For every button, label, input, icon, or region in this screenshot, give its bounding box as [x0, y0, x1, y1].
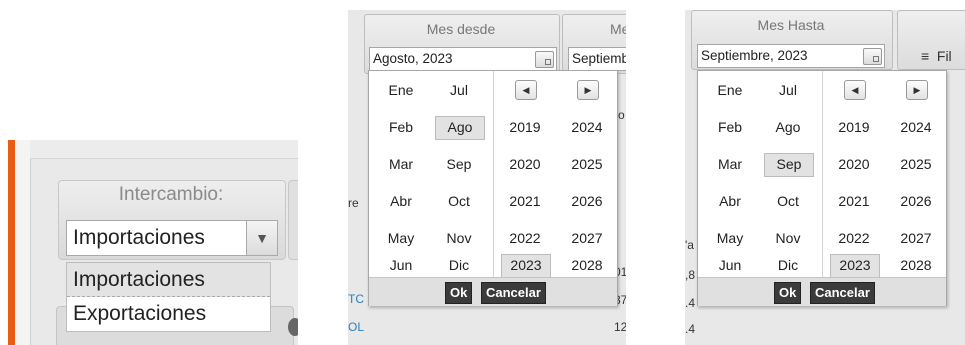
background-text: ,8: [685, 268, 696, 282]
month-feb[interactable]: Feb: [706, 116, 754, 138]
filter-label: Fil: [936, 48, 952, 64]
year-2027[interactable]: 2027: [892, 227, 940, 249]
month-ene[interactable]: Ene: [377, 79, 425, 101]
next-input-value: Septiembr: [572, 51, 626, 66]
picker-footer: Ok Cancelar: [369, 277, 617, 306]
year-2025[interactable]: 2025: [892, 153, 940, 175]
month-dic[interactable]: Dic: [764, 254, 812, 276]
next-input[interactable]: Septiembr: [568, 47, 626, 71]
mes-hasta-panel: Mes Hasta Septiembre, 2023 ≡ Fil 'a ,8 .…: [685, 0, 965, 345]
year-2024[interactable]: 2024: [892, 116, 940, 138]
year-2019[interactable]: 2019: [501, 116, 549, 138]
picker-divider: [493, 71, 494, 277]
month-dic[interactable]: Dic: [435, 254, 483, 276]
chevron-down-icon[interactable]: ▼: [246, 221, 277, 255]
mes-desde-label: Mes desde: [426, 21, 496, 37]
year-2026[interactable]: 2026: [563, 190, 611, 212]
calendar-icon[interactable]: [535, 51, 554, 68]
month-ago-selected[interactable]: Ago: [435, 116, 485, 140]
caret-right-icon[interactable]: ▶: [577, 80, 599, 100]
month-abr[interactable]: Abr: [706, 190, 754, 212]
cancel-button[interactable]: Cancelar: [810, 282, 875, 304]
background-text: o: [618, 108, 625, 122]
year-2024[interactable]: 2024: [563, 116, 611, 138]
month-jul[interactable]: Jul: [764, 79, 812, 101]
year-2028[interactable]: 2028: [892, 254, 940, 276]
year-2023-selected[interactable]: 2023: [501, 254, 551, 278]
picker-footer: Ok Cancelar: [698, 277, 946, 306]
month-sep-selected[interactable]: Sep: [764, 153, 814, 177]
month-may[interactable]: May: [377, 227, 425, 249]
month-mar[interactable]: Mar: [706, 153, 754, 175]
year-2022[interactable]: 2022: [830, 227, 878, 249]
filter-button[interactable]: ≡ Fil: [921, 48, 952, 64]
mes-hasta-input[interactable]: Septiembre, 2023: [697, 44, 885, 68]
caret-right-icon[interactable]: ▶: [906, 80, 928, 100]
background-link: TC: [348, 292, 364, 306]
month-picker: Ene Feb Mar Abr May Jun Jul Ago Sep Oct …: [368, 70, 618, 306]
option-importaciones[interactable]: Importaciones: [67, 263, 270, 297]
month-sep[interactable]: Sep: [435, 153, 483, 175]
month-nov[interactable]: Nov: [435, 227, 483, 249]
next-header-label: Me: [610, 21, 626, 37]
month-feb[interactable]: Feb: [377, 116, 425, 138]
month-jun[interactable]: Jun: [706, 254, 754, 276]
month-oct[interactable]: Oct: [764, 190, 812, 212]
month-may[interactable]: May: [706, 227, 754, 249]
year-2026[interactable]: 2026: [892, 190, 940, 212]
mes-desde-input[interactable]: Agosto, 2023: [369, 47, 557, 71]
mes-hasta-label: Mes Hasta: [757, 17, 825, 33]
cancel-button[interactable]: Cancelar: [481, 282, 546, 304]
year-2021[interactable]: 2021: [501, 190, 549, 212]
intercambio-select[interactable]: Importaciones ▼: [66, 220, 278, 256]
picker-divider: [822, 71, 823, 277]
ok-button[interactable]: Ok: [445, 282, 473, 304]
month-ene[interactable]: Ene: [706, 79, 754, 101]
year-2020[interactable]: 2020: [830, 153, 878, 175]
ok-button[interactable]: Ok: [774, 282, 802, 304]
month-nov[interactable]: Nov: [764, 227, 812, 249]
mes-hasta-value: Septiembre, 2023: [701, 48, 808, 63]
month-mar[interactable]: Mar: [377, 153, 425, 175]
background-text: .4: [685, 322, 696, 336]
next-group: [288, 180, 298, 260]
mes-desde-value: Agosto, 2023: [373, 51, 453, 66]
filter-icon: ≡: [921, 48, 930, 64]
intercambio-label: Intercambio:: [118, 184, 224, 205]
intercambio-panel: Intercambio: Importaciones ▼ Importacion…: [8, 140, 298, 345]
background-text: re: [348, 196, 359, 210]
year-2028[interactable]: 2028: [563, 254, 611, 276]
calendar-icon[interactable]: [863, 48, 882, 65]
month-jul[interactable]: Jul: [435, 79, 483, 101]
background-link: OL: [348, 320, 365, 334]
top-bar: [30, 140, 298, 159]
option-exportaciones[interactable]: Exportaciones: [67, 297, 270, 330]
intercambio-select-value: Importaciones: [73, 226, 205, 249]
year-2019[interactable]: 2019: [830, 116, 878, 138]
caret-left-icon[interactable]: ◀: [844, 80, 866, 100]
year-2020[interactable]: 2020: [501, 153, 549, 175]
year-2021[interactable]: 2021: [830, 190, 878, 212]
background-text: 'a: [685, 238, 694, 252]
left-strip: [15, 140, 31, 345]
background-text: 12: [614, 320, 626, 334]
intercambio-options-list: Importaciones Exportaciones: [66, 262, 271, 332]
month-jun[interactable]: Jun: [377, 254, 425, 276]
month-abr[interactable]: Abr: [377, 190, 425, 212]
background-text: .4: [685, 296, 696, 310]
month-ago[interactable]: Ago: [764, 116, 812, 138]
year-2023-selected[interactable]: 2023: [830, 254, 880, 278]
caret-left-icon[interactable]: ◀: [515, 80, 537, 100]
month-oct[interactable]: Oct: [435, 190, 483, 212]
year-2027[interactable]: 2027: [563, 227, 611, 249]
year-2022[interactable]: 2022: [501, 227, 549, 249]
year-2025[interactable]: 2025: [563, 153, 611, 175]
mes-desde-panel: Mes desde Me Agosto, 2023 Septiembr re o…: [348, 0, 626, 345]
indicator-dot: [288, 318, 298, 336]
month-picker: Ene Feb Mar Abr May Jun Jul Ago Sep Oct …: [697, 70, 947, 306]
orange-accent-bar: [8, 140, 15, 345]
